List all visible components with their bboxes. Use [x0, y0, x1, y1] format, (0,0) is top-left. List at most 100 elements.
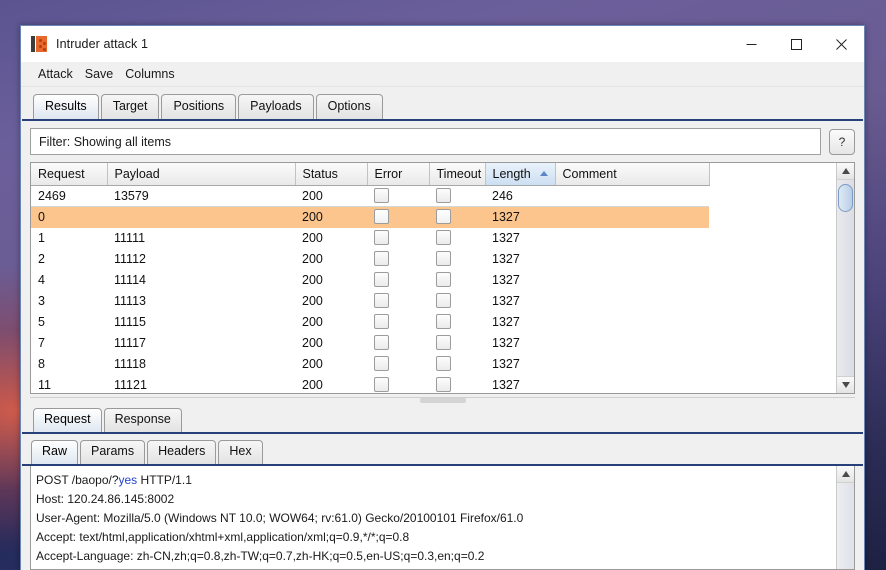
tab-request[interactable]: Request	[33, 408, 102, 432]
checkbox-icon[interactable]	[374, 251, 389, 266]
cell-timeout[interactable]	[429, 249, 485, 270]
cell-error[interactable]	[367, 270, 429, 291]
cell-length: 1327	[492, 378, 520, 392]
cell-timeout[interactable]	[429, 228, 485, 249]
table-row[interactable]: 5 11115 200 1327	[31, 312, 709, 333]
scroll-down-icon[interactable]	[837, 376, 854, 393]
cell-timeout[interactable]	[429, 375, 485, 394]
table-row[interactable]: 3 11113 200 1327	[31, 291, 709, 312]
scroll-up-icon[interactable]	[837, 163, 854, 180]
checkbox-icon[interactable]	[436, 230, 451, 245]
cell-error[interactable]	[367, 333, 429, 354]
cell-comment	[555, 312, 709, 333]
help-icon[interactable]: ?	[829, 128, 855, 155]
request-scroll-track[interactable]	[837, 483, 854, 569]
table-row[interactable]: 7 11117 200 1327	[31, 333, 709, 354]
tab-response[interactable]: Response	[103, 408, 182, 432]
table-row[interactable]: 2469 13579 200 246	[31, 185, 709, 207]
cell-error[interactable]	[367, 185, 429, 207]
cell-timeout[interactable]	[429, 312, 485, 333]
column-header-error[interactable]: Error	[367, 163, 430, 186]
checkbox-icon[interactable]	[374, 356, 389, 371]
checkbox-icon[interactable]	[436, 251, 451, 266]
intruder-attack-window: Intruder attack 1 Attack Save Columns Re…	[20, 25, 865, 570]
checkbox-icon[interactable]	[436, 188, 451, 203]
checkbox-icon[interactable]	[436, 335, 451, 350]
table-row[interactable]: 11 11121 200 1327	[31, 375, 709, 394]
checkbox-icon[interactable]	[374, 230, 389, 245]
results-scroll-thumb[interactable]	[838, 184, 853, 212]
request-vertical-scrollbar[interactable]	[836, 466, 854, 569]
cell-request: 5	[38, 315, 45, 329]
menu-save[interactable]: Save	[79, 65, 120, 83]
tab-target[interactable]: Target	[100, 94, 160, 119]
tab-raw[interactable]: Raw	[31, 440, 79, 464]
cell-status: 200	[302, 336, 323, 350]
cell-error[interactable]	[367, 206, 429, 228]
cell-timeout[interactable]	[429, 270, 485, 291]
request-scroll-up-icon[interactable]	[837, 466, 854, 483]
menu-attack[interactable]: Attack	[32, 65, 79, 83]
column-header-timeout[interactable]: Timeout	[429, 163, 486, 186]
tab-positions[interactable]: Positions	[161, 94, 237, 119]
request-header-accept-language: Accept-Language: zh-CN,zh;q=0.8,zh-TW;q=…	[36, 549, 485, 563]
cell-timeout[interactable]	[429, 185, 485, 207]
checkbox-icon[interactable]	[374, 335, 389, 350]
splitter-grip[interactable]	[419, 398, 466, 403]
menu-columns[interactable]: Columns	[119, 65, 180, 83]
column-header-comment[interactable]: Comment	[555, 163, 710, 186]
close-button[interactable]	[819, 26, 864, 62]
table-row[interactable]: 8 11118 200 1327	[31, 354, 709, 375]
cell-error[interactable]	[367, 291, 429, 312]
checkbox-icon[interactable]	[374, 377, 389, 392]
tab-options[interactable]: Options	[315, 94, 383, 119]
column-header-request[interactable]: Request	[31, 163, 108, 186]
checkbox-icon[interactable]	[436, 209, 451, 225]
column-header-payload[interactable]: Payload	[107, 163, 296, 186]
checkbox-icon[interactable]	[374, 293, 389, 308]
tab-payloads[interactable]: Payloads	[238, 94, 314, 119]
tab-headers[interactable]: Headers	[147, 440, 217, 464]
view-tabstrip: Raw Params Headers Hex	[21, 439, 864, 464]
column-header-status[interactable]: Status	[295, 163, 368, 186]
cell-length: 1327	[492, 294, 520, 308]
tab-params[interactable]: Params	[80, 440, 146, 464]
checkbox-icon[interactable]	[436, 356, 451, 371]
checkbox-icon[interactable]	[436, 377, 451, 392]
checkbox-icon[interactable]	[436, 293, 451, 308]
minimize-button[interactable]	[729, 26, 774, 62]
cell-error[interactable]	[367, 249, 429, 270]
checkbox-icon[interactable]	[374, 314, 389, 329]
column-header-length[interactable]: Length	[485, 163, 556, 186]
tab-underline	[22, 119, 863, 121]
cell-payload: 11113	[114, 294, 146, 308]
checkbox-icon[interactable]	[374, 272, 389, 287]
checkbox-icon[interactable]	[436, 272, 451, 287]
cell-length: 1327	[492, 252, 520, 266]
cell-error[interactable]	[367, 228, 429, 249]
request-line-pre: POST /baopo/?	[36, 473, 119, 487]
table-row[interactable]: 4 11114 200 1327	[31, 270, 709, 291]
table-row[interactable]: 2 11112 200 1327	[31, 249, 709, 270]
table-row[interactable]: 0 200 1327	[31, 206, 709, 228]
cell-timeout[interactable]	[429, 206, 485, 228]
tab-results[interactable]: Results	[33, 94, 99, 119]
cell-error[interactable]	[367, 375, 429, 394]
cell-comment	[555, 333, 709, 354]
cell-error[interactable]	[367, 312, 429, 333]
filter-bar[interactable]: Filter: Showing all items	[30, 128, 821, 155]
raw-request-text[interactable]: POST /baopo/?yes HTTP/1.1 Host: 120.24.8…	[31, 466, 836, 569]
checkbox-icon[interactable]	[374, 188, 389, 203]
panel-splitter[interactable]	[30, 396, 855, 405]
results-scroll-track[interactable]	[837, 180, 854, 376]
cell-error[interactable]	[367, 354, 429, 375]
cell-timeout[interactable]	[429, 291, 485, 312]
results-vertical-scrollbar[interactable]	[836, 163, 854, 393]
cell-timeout[interactable]	[429, 354, 485, 375]
table-row[interactable]: 1 11111 200 1327	[31, 228, 709, 249]
maximize-button[interactable]	[774, 26, 819, 62]
checkbox-icon[interactable]	[436, 314, 451, 329]
tab-hex[interactable]: Hex	[218, 440, 263, 464]
checkbox-icon[interactable]	[374, 209, 389, 225]
cell-timeout[interactable]	[429, 333, 485, 354]
